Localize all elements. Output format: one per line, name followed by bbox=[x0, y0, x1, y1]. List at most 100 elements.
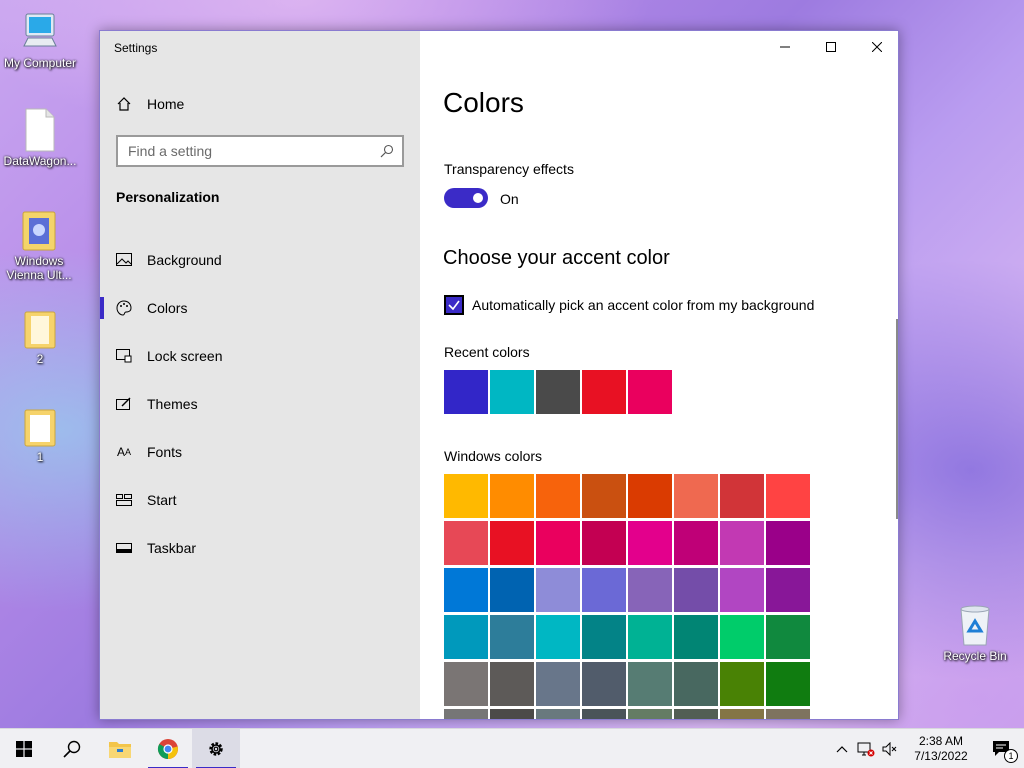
windows-color-swatch[interactable] bbox=[490, 709, 534, 719]
windows-color-swatch[interactable] bbox=[490, 568, 534, 612]
windows-color-swatch[interactable] bbox=[628, 568, 672, 612]
minimize-button[interactable] bbox=[762, 31, 808, 63]
scrollbar[interactable] bbox=[896, 319, 898, 519]
color-grid-row bbox=[444, 615, 814, 659]
windows-color-swatch[interactable] bbox=[766, 709, 810, 719]
windows-color-swatch[interactable] bbox=[674, 474, 718, 518]
recent-color-swatch[interactable] bbox=[490, 370, 534, 414]
windows-color-swatch[interactable] bbox=[444, 474, 488, 518]
checkmark-icon bbox=[448, 300, 460, 311]
recent-color-swatch[interactable] bbox=[536, 370, 580, 414]
desktop-icon-folder-2[interactable]: 2 bbox=[0, 308, 80, 366]
windows-color-swatch[interactable] bbox=[720, 521, 764, 565]
windows-color-swatch[interactable] bbox=[766, 474, 810, 518]
sidebar-item-themes[interactable]: Themes bbox=[100, 380, 420, 428]
windows-color-swatch[interactable] bbox=[582, 521, 626, 565]
windows-color-swatch[interactable] bbox=[444, 709, 488, 719]
windows-color-swatch[interactable] bbox=[536, 521, 580, 565]
sidebar-item-home[interactable]: Home bbox=[116, 93, 406, 115]
search-button[interactable] bbox=[48, 729, 96, 768]
desktop-icon-windows-vienna[interactable]: Windows Vienna Ult... bbox=[0, 208, 78, 282]
windows-color-swatch[interactable] bbox=[582, 615, 626, 659]
clock[interactable]: 2:38 AM 7/13/2022 bbox=[902, 734, 980, 764]
windows-color-swatch[interactable] bbox=[628, 615, 672, 659]
windows-color-swatch[interactable] bbox=[674, 615, 718, 659]
windows-color-swatch[interactable] bbox=[444, 662, 488, 706]
windows-color-swatch[interactable] bbox=[720, 568, 764, 612]
windows-color-swatch[interactable] bbox=[536, 568, 580, 612]
start-icon bbox=[116, 492, 132, 508]
desktop-icon-label: DataWagon... bbox=[3, 154, 77, 168]
windows-color-swatch[interactable] bbox=[674, 521, 718, 565]
section-heading: Personalization bbox=[116, 189, 220, 205]
windows-color-swatch[interactable] bbox=[536, 709, 580, 719]
volume-button[interactable] bbox=[878, 729, 902, 768]
windows-color-swatch[interactable] bbox=[490, 474, 534, 518]
windows-color-swatch[interactable] bbox=[536, 474, 580, 518]
windows-color-swatch[interactable] bbox=[720, 615, 764, 659]
windows-color-swatch[interactable] bbox=[490, 615, 534, 659]
desktop-icon-folder-1[interactable]: 1 bbox=[0, 406, 80, 464]
sidebar-item-taskbar[interactable]: Taskbar bbox=[100, 524, 420, 572]
windows-color-swatch[interactable] bbox=[444, 615, 488, 659]
sidebar-item-colors[interactable]: Colors bbox=[100, 284, 420, 332]
taskbar-chrome[interactable] bbox=[144, 729, 192, 768]
windows-color-swatch[interactable] bbox=[444, 521, 488, 565]
windows-color-swatch[interactable] bbox=[628, 521, 672, 565]
close-button[interactable] bbox=[854, 31, 898, 63]
search-icon bbox=[63, 740, 81, 758]
desktop-icon-datawagon[interactable]: DataWagon... bbox=[0, 108, 80, 168]
recent-color-swatch[interactable] bbox=[444, 370, 488, 414]
recent-color-swatch[interactable] bbox=[628, 370, 672, 414]
recent-color-swatch[interactable] bbox=[582, 370, 626, 414]
sidebar-item-background[interactable]: Background bbox=[100, 236, 420, 284]
windows-color-swatch[interactable] bbox=[766, 615, 810, 659]
gear-icon bbox=[209, 741, 223, 756]
show-hidden-icons-button[interactable] bbox=[830, 729, 854, 768]
windows-color-swatch[interactable] bbox=[674, 709, 718, 719]
windows-color-swatch[interactable] bbox=[582, 662, 626, 706]
desktop-icon-recycle-bin[interactable]: Recycle Bin bbox=[935, 603, 1015, 663]
windows-color-swatch[interactable] bbox=[720, 662, 764, 706]
windows-color-swatch[interactable] bbox=[582, 568, 626, 612]
windows-color-swatch[interactable] bbox=[628, 662, 672, 706]
network-button[interactable] bbox=[854, 729, 878, 768]
search-field[interactable] bbox=[116, 135, 404, 167]
windows-color-swatch[interactable] bbox=[490, 521, 534, 565]
color-grid-row bbox=[444, 662, 814, 706]
windows-color-swatch[interactable] bbox=[674, 662, 718, 706]
folder-icon bbox=[22, 211, 56, 251]
windows-color-swatch[interactable] bbox=[628, 474, 672, 518]
windows-color-swatch[interactable] bbox=[674, 568, 718, 612]
maximize-button[interactable] bbox=[808, 31, 854, 63]
search-icon bbox=[380, 144, 394, 158]
windows-color-swatch[interactable] bbox=[444, 568, 488, 612]
sidebar-item-label: Lock screen bbox=[147, 348, 223, 364]
sidebar-item-fonts[interactable]: AA Fonts bbox=[100, 428, 420, 476]
sidebar-item-start[interactable]: Start bbox=[100, 476, 420, 524]
start-button[interactable] bbox=[0, 729, 48, 768]
sidebar-item-lock-screen[interactable]: Lock screen bbox=[100, 332, 420, 380]
taskbar-settings[interactable] bbox=[192, 728, 240, 768]
search-input[interactable] bbox=[128, 143, 368, 159]
windows-color-swatch[interactable] bbox=[766, 521, 810, 565]
windows-color-swatch[interactable] bbox=[720, 474, 764, 518]
windows-color-swatch[interactable] bbox=[536, 662, 580, 706]
windows-color-swatch[interactable] bbox=[766, 568, 810, 612]
auto-accent-checkbox[interactable] bbox=[444, 295, 464, 315]
windows-color-swatch[interactable] bbox=[628, 709, 672, 719]
taskbar-file-explorer[interactable] bbox=[96, 729, 144, 768]
windows-color-swatch[interactable] bbox=[536, 615, 580, 659]
windows-color-swatch[interactable] bbox=[582, 474, 626, 518]
windows-color-swatch[interactable] bbox=[766, 662, 810, 706]
sidebar-item-label: Home bbox=[147, 96, 185, 112]
windows-color-swatch[interactable] bbox=[720, 709, 764, 719]
clock-date: 7/13/2022 bbox=[914, 749, 968, 763]
windows-color-swatch[interactable] bbox=[582, 709, 626, 719]
desktop-icon-my-computer[interactable]: My Computer bbox=[0, 12, 80, 70]
transparency-toggle[interactable] bbox=[444, 188, 488, 208]
windows-colors-label: Windows colors bbox=[444, 448, 543, 464]
windows-color-swatch[interactable] bbox=[490, 662, 534, 706]
notification-badge: 1 bbox=[1004, 749, 1018, 763]
action-center-button[interactable]: 1 bbox=[980, 729, 1024, 768]
